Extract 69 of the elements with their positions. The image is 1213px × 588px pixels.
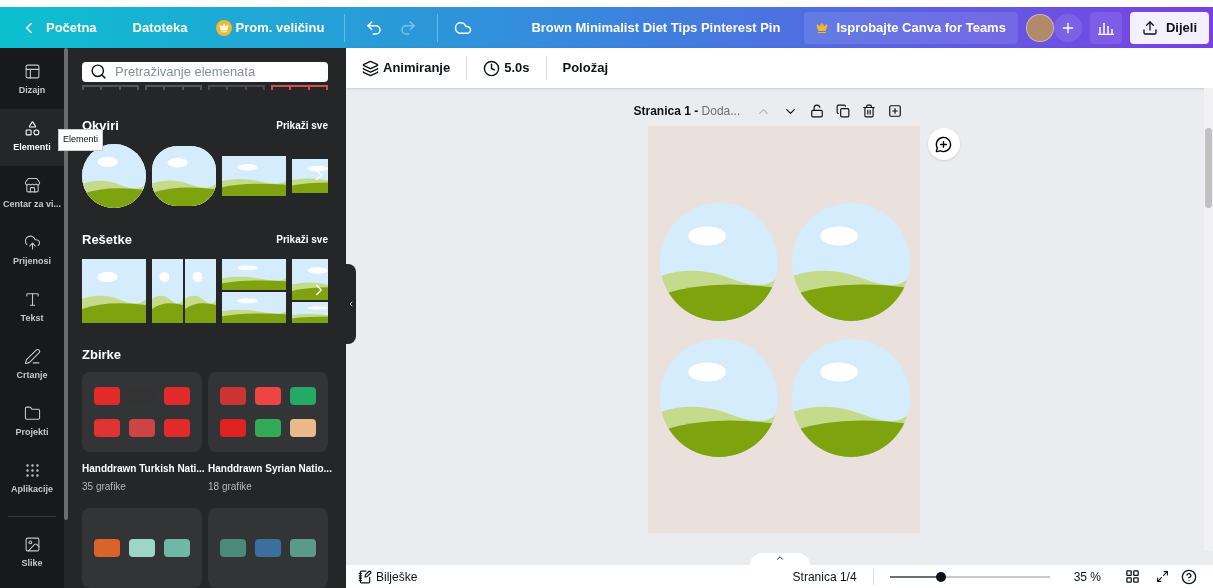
share-button[interactable]: Dijeli (1129, 11, 1209, 44)
zoom-slider-thumb[interactable] (935, 571, 946, 582)
add-comment-button[interactable] (927, 128, 960, 160)
landscape-picture[interactable] (82, 144, 146, 208)
add-page-icon[interactable] (888, 104, 903, 118)
grid-dots-icon (23, 462, 41, 480)
pen-icon (23, 348, 41, 366)
rail-tab[interactable]: Slike (0, 525, 64, 582)
zoom-reading: 35 % (1073, 568, 1101, 586)
layout-icon (23, 63, 41, 81)
tooltip: Elementi (58, 129, 103, 151)
avatar[interactable] (1025, 13, 1054, 42)
rail-tab[interactable]: Prijenosi (0, 223, 64, 280)
crown-icon (816, 21, 829, 34)
chevron-left-icon (347, 300, 355, 308)
lock-icon[interactable] (810, 104, 825, 118)
shapes-icon (23, 120, 41, 138)
rail-tab[interactable]: Elementi (0, 109, 64, 166)
collection-count: 35 grafike (82, 480, 127, 494)
landscape-picture[interactable] (152, 146, 216, 206)
sticker-collection-picture[interactable] (208, 508, 328, 588)
teams-button[interactable]: Isprobajte Canva for Teams (804, 11, 1018, 44)
search-icon (90, 63, 107, 81)
insights-button[interactable] (1089, 11, 1122, 44)
position-button[interactable]: Položaj (558, 58, 612, 78)
rail-tab[interactable]: Aplikacije (0, 451, 64, 508)
copy-icon[interactable] (836, 104, 851, 118)
rail-tab[interactable]: Crtanje (0, 337, 64, 394)
sticker-collection-picture[interactable] (82, 508, 202, 588)
trash-icon[interactable] (862, 104, 877, 118)
upload-icon (1141, 19, 1158, 36)
zoom-slider[interactable] (889, 570, 1050, 583)
rail-tab[interactable]: Centar za vi... (0, 166, 64, 223)
section-title: Zbirke (82, 345, 122, 364)
cloud-upload-icon (23, 234, 41, 252)
fullscreen-icon[interactable] (1156, 570, 1169, 583)
see-all-link[interactable]: Prikaži sve (276, 117, 328, 133)
document-title[interactable]: Brown Minimalist Diet Tips Pinterest Pin (519, 17, 793, 38)
rail-tab[interactable]: Projekti (0, 394, 64, 451)
collapse-handle[interactable] (346, 264, 356, 344)
see-all-link[interactable]: Prikaži sve (276, 232, 328, 248)
image-icon (23, 536, 41, 554)
section-title: Rešetke (82, 231, 132, 249)
help-icon[interactable] (1181, 568, 1197, 585)
grid-view-icon[interactable] (1125, 569, 1140, 584)
notes-button[interactable]: Bilješke (358, 567, 418, 586)
bar-chart-icon (1097, 20, 1114, 35)
animate-button[interactable]: Animiranje (358, 58, 455, 78)
duration-button[interactable]: 5.0s (479, 58, 534, 78)
comment-plus-icon (935, 135, 952, 153)
crown-icon (215, 19, 232, 36)
text-icon (23, 291, 41, 309)
store-icon (23, 177, 41, 195)
undo-icon[interactable] (365, 18, 384, 37)
search-field[interactable]: Pretraživanje elemenata (82, 62, 328, 82)
rail-tab[interactable]: Dizajn (0, 52, 64, 109)
chevron-up-icon (774, 553, 785, 563)
layers-icon (362, 59, 379, 77)
clock-icon (483, 59, 501, 77)
scrollbar-icon (1205, 128, 1212, 208)
collection-title[interactable]: Handdrawn Turkish Nati... (82, 461, 202, 476)
folder-icon (23, 405, 41, 423)
page-title[interactable]: Stranica 1 - Doda... (633, 102, 741, 120)
add-button[interactable] (1053, 13, 1082, 42)
sticker-collection-picture[interactable] (208, 372, 328, 452)
notes-icon (358, 569, 372, 584)
page-counter[interactable]: Stranica 1/4 (784, 567, 865, 586)
collection-count: 18 grafike (208, 480, 253, 494)
rail-tab[interactable]: Tekst (0, 280, 64, 337)
